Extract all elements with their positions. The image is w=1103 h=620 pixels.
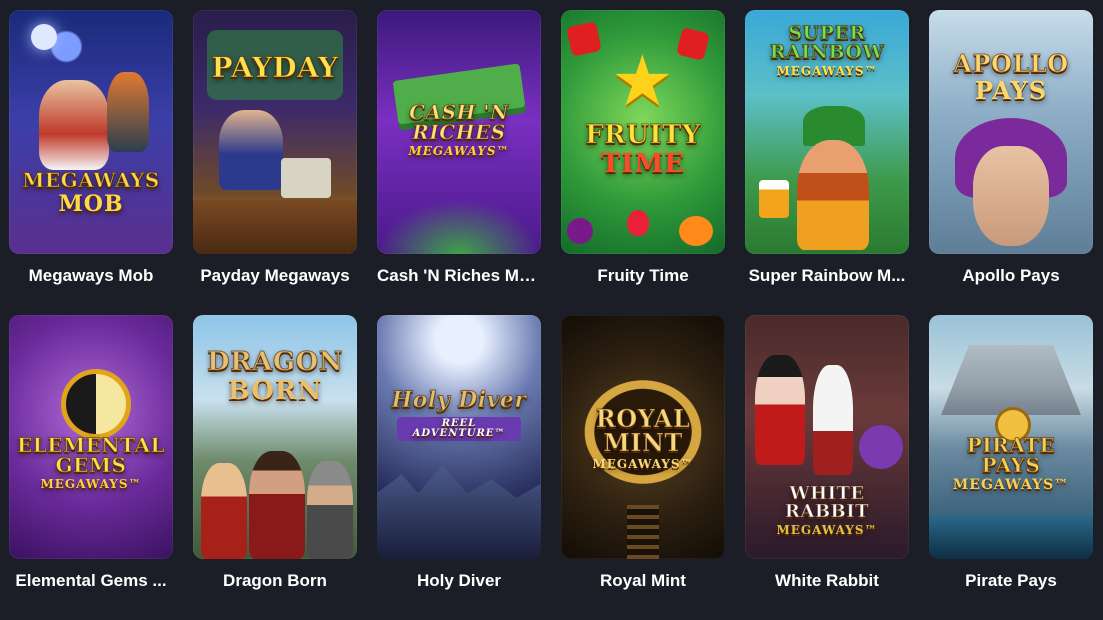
game-logo: APOLLO PAYS	[935, 49, 1087, 105]
game-card-fruity-time[interactable]: ★ FRUITY TIME Fruity Time	[561, 10, 725, 315]
game-logo: ROYAL MINT MEGAWAYS™	[567, 404, 719, 471]
game-logo: WHITE RABBIT MEGAWAYS™	[751, 483, 903, 537]
rail-track-art	[627, 505, 659, 559]
logo-subtext: MEGAWAYS™	[776, 64, 878, 78]
game-thumbnail[interactable]: PAYDAY	[193, 10, 357, 254]
character-art	[39, 80, 109, 170]
logo-subtext: MEGAWAYS™	[40, 477, 142, 491]
game-thumbnail[interactable]: APOLLO PAYS	[929, 10, 1093, 254]
moon-icon	[31, 24, 57, 50]
game-thumbnail[interactable]: DRAGON BORN	[193, 315, 357, 559]
game-card-pirate-pays[interactable]: PIRATE PAYS MEGAWAYS™ Pirate Pays	[929, 315, 1093, 620]
logo-subtext: MEGAWAYS™	[592, 457, 694, 471]
game-thumbnail[interactable]: PIRATE PAYS MEGAWAYS™	[929, 315, 1093, 559]
logo-subtext: MOB	[58, 191, 124, 217]
game-thumbnail[interactable]: ROYAL MINT MEGAWAYS™	[561, 315, 725, 559]
logo-text: CASH 'N RICHES	[409, 100, 509, 144]
logo-text: MEGAWAYS	[22, 168, 160, 192]
logo-subtext: MEGAWAYS™	[776, 523, 878, 537]
sea-art	[929, 515, 1093, 559]
castle-art	[377, 465, 541, 559]
dice-icon	[566, 21, 602, 57]
game-thumbnail[interactable]: CASH 'N RICHES MEGAWAYS™	[377, 10, 541, 254]
game-card-royal-mint[interactable]: ROYAL MINT MEGAWAYS™ Royal Mint	[561, 315, 725, 620]
queen-character-art	[755, 355, 805, 465]
logo-text: PIRATE PAYS	[966, 433, 1056, 477]
game-logo: MEGAWAYS MOB	[15, 168, 167, 217]
logo-text: Holy Diver	[391, 387, 527, 413]
game-card-super-rainbow[interactable]: SUPER RAINBOW MEGAWAYS™ Super Rainbow M.…	[745, 10, 909, 315]
computer-art	[281, 158, 331, 198]
logo-subtext: TIME	[600, 149, 686, 179]
character-art	[219, 110, 283, 190]
star-icon: ★	[611, 42, 674, 120]
game-logo: PAYDAY	[199, 51, 351, 84]
game-title[interactable]: Dragon Born	[193, 571, 357, 593]
logo-subtext: MEGAWAYS™	[408, 144, 510, 158]
game-title[interactable]: Royal Mint	[561, 571, 725, 593]
yin-yang-medallion-icon	[61, 369, 131, 439]
game-title[interactable]: Pirate Pays	[929, 571, 1093, 593]
game-card-dragon-born[interactable]: DRAGON BORN Dragon Born	[193, 315, 357, 620]
game-thumbnail[interactable]: ELEMENTAL GEMS MEGAWAYS™	[9, 315, 173, 559]
logo-subtext: REEL ADVENTURE™	[397, 417, 521, 441]
logo-text: ELEMENTAL GEMS	[16, 433, 166, 477]
game-logo: SUPER RAINBOW MEGAWAYS™	[751, 22, 903, 78]
character-art	[201, 463, 247, 559]
logo-text: ROYAL MINT	[595, 404, 691, 457]
game-logo: ELEMENTAL GEMS MEGAWAYS™	[15, 433, 167, 491]
game-thumbnail[interactable]: MEGAWAYS MOB	[9, 10, 173, 254]
game-title[interactable]: Super Rainbow M...	[745, 266, 909, 288]
game-logo: CASH 'N RICHES MEGAWAYS™	[383, 100, 535, 158]
game-card-holy-diver[interactable]: Holy Diver REEL ADVENTURE™ Holy Diver	[377, 315, 541, 620]
game-logo: FRUITY TIME	[567, 120, 719, 179]
fruit-icon	[567, 218, 593, 244]
game-title[interactable]: Megaways Mob	[9, 266, 173, 288]
logo-text: APOLLO	[953, 49, 1069, 78]
game-logo: DRAGON BORN	[199, 347, 351, 406]
logo-subtext: BORN	[227, 376, 323, 406]
game-logo: Holy Diver REEL ADVENTURE™	[383, 389, 535, 441]
game-thumbnail[interactable]: ★ FRUITY TIME	[561, 10, 725, 254]
dice-icon	[676, 27, 710, 61]
logo-text: FRUITY	[585, 120, 701, 150]
character-art	[249, 451, 305, 559]
game-logo: PIRATE PAYS MEGAWAYS™	[935, 433, 1087, 493]
game-title[interactable]: White Rabbit	[745, 571, 909, 593]
fruit-icon	[679, 216, 713, 246]
game-card-apollo-pays[interactable]: APOLLO PAYS Apollo Pays	[929, 10, 1093, 315]
character-art	[307, 461, 353, 559]
game-thumbnail[interactable]: Holy Diver REEL ADVENTURE™	[377, 315, 541, 559]
game-title[interactable]: Payday Megaways	[193, 266, 357, 288]
banknotes-art	[377, 200, 541, 254]
logo-subtext: PAYS	[974, 76, 1048, 105]
character-art	[107, 72, 149, 152]
game-thumbnail[interactable]: SUPER RAINBOW MEGAWAYS™	[745, 10, 909, 254]
cat-character-art	[859, 425, 903, 469]
leprechaun-art	[797, 140, 869, 250]
game-card-megaways-mob[interactable]: MEGAWAYS MOB Megaways Mob	[9, 10, 173, 315]
game-card-payday-megaways[interactable]: PAYDAY Payday Megaways	[193, 10, 357, 315]
game-grid: MEGAWAYS MOB Megaways Mob PAYDAY Payday …	[9, 10, 1093, 620]
logo-text: DRAGON	[207, 347, 343, 377]
game-title[interactable]: Cash 'N Riches Me...	[377, 266, 541, 288]
fruit-icon	[627, 210, 649, 236]
game-thumbnail[interactable]: WHITE RABBIT MEGAWAYS™	[745, 315, 909, 559]
logo-text: PAYDAY	[211, 51, 339, 84]
game-title[interactable]: Fruity Time	[561, 266, 725, 288]
ship-art	[941, 345, 1081, 415]
rabbit-character-art	[813, 365, 853, 475]
game-card-elemental-gems[interactable]: ELEMENTAL GEMS MEGAWAYS™ Elemental Gems …	[9, 315, 173, 620]
game-title[interactable]: Apollo Pays	[929, 266, 1093, 288]
game-title[interactable]: Holy Diver	[377, 571, 541, 593]
game-card-white-rabbit[interactable]: WHITE RABBIT MEGAWAYS™ White Rabbit	[745, 315, 909, 620]
beer-mug-icon	[759, 180, 789, 218]
logo-text: WHITE RABBIT	[784, 483, 870, 522]
hero-face-art	[973, 146, 1049, 246]
logo-text: SUPER RAINBOW	[769, 22, 885, 63]
logo-subtext: MEGAWAYS™	[952, 477, 1070, 493]
game-title[interactable]: Elemental Gems ...	[9, 571, 173, 593]
desk-art	[193, 200, 357, 254]
game-card-cash-n-riches[interactable]: CASH 'N RICHES MEGAWAYS™ Cash 'N Riches …	[377, 10, 541, 315]
